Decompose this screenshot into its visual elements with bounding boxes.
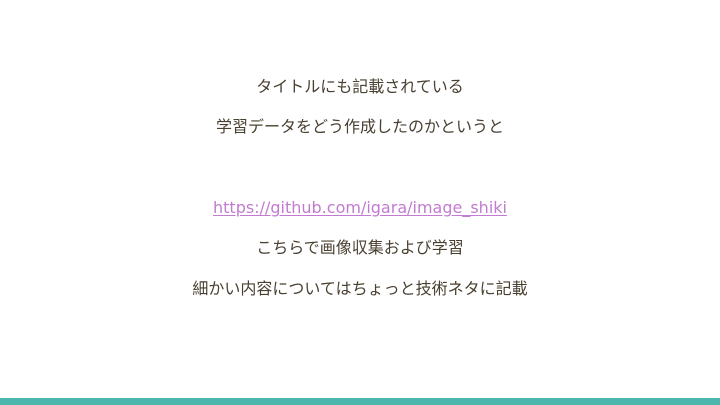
accent-bar (0, 398, 720, 405)
text-line-training-data: 学習データをどう作成したのかというと (215, 117, 504, 136)
text-line-image-collection: こちらで画像収集および学習 (256, 238, 464, 257)
slide: タイトルにも記載されている 学習データをどう作成したのかというと https:/… (0, 0, 720, 405)
text-line-link-wrapper: https://github.com/igara/image_shiki (0, 198, 720, 218)
text-line-details: 細かい内容についてはちょっと技術ネタに記載 (192, 279, 528, 298)
text-line-title-mention: タイトルにも記載されている (256, 77, 464, 96)
github-repo-link[interactable]: https://github.com/igara/image_shiki (213, 198, 507, 217)
